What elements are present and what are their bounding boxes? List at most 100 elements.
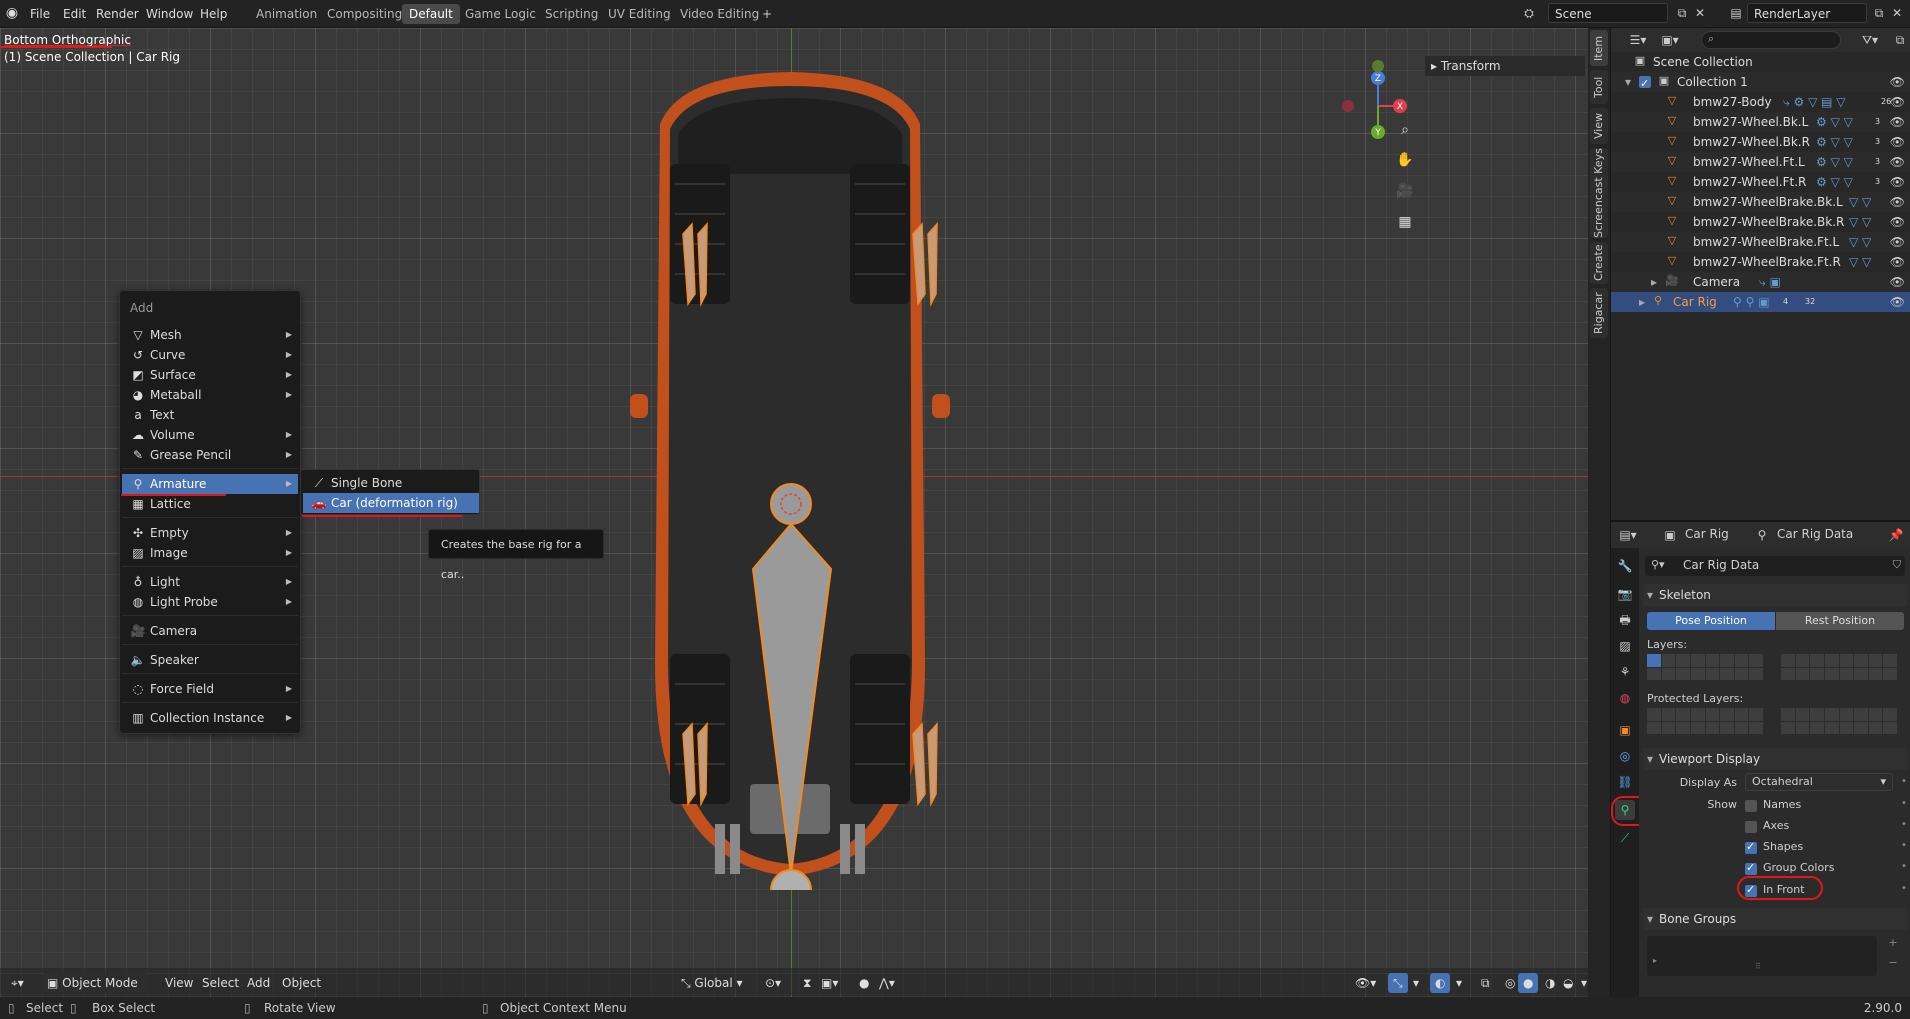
tab-compositing[interactable]: Compositing xyxy=(320,4,409,24)
add-bone-group-icon[interactable]: + xyxy=(1885,936,1901,952)
menu-edit[interactable]: Edit xyxy=(63,5,86,23)
eye-icon[interactable]: 👁 xyxy=(1890,132,1905,152)
protected-grid-a[interactable] xyxy=(1647,708,1763,734)
keyframe-dot-icon[interactable]: • xyxy=(1901,776,1907,787)
eye-icon[interactable]: 👁 xyxy=(1890,172,1905,192)
outliner-object[interactable]: ▽ bmw27-Wheel.Bk.R ⚙ ▽ ▽ 3 👁 xyxy=(1611,132,1910,152)
layers-grid-b[interactable] xyxy=(1781,654,1897,680)
group-colors-checkbox[interactable] xyxy=(1745,861,1757,875)
world-tab-icon[interactable]: ◍ xyxy=(1615,688,1635,708)
eye-icon[interactable]: 👁 xyxy=(1890,152,1905,172)
overlay-toggle-icon[interactable]: ◐ xyxy=(1430,973,1451,993)
outliner-editor-icon[interactable]: ☰▾ xyxy=(1629,31,1647,49)
menu-object[interactable]: Object xyxy=(277,973,326,993)
view-layer-tab-icon[interactable]: ▨ xyxy=(1615,636,1635,656)
menu-select[interactable]: Select xyxy=(197,973,244,993)
scene-tab-icon[interactable]: ⚘ xyxy=(1615,662,1635,682)
menu-item-single-bone[interactable]: ⟋ Single Bone xyxy=(303,473,479,493)
keyframe-dot-icon[interactable]: • xyxy=(1901,861,1907,872)
menu-item-speaker[interactable]: 🔈 Speaker xyxy=(122,650,298,670)
menu-item-curve[interactable]: ↺ Curve ▶ xyxy=(122,345,298,365)
menu-item-text[interactable]: a Text xyxy=(122,405,298,425)
bone-groups-list[interactable]: ▸ ⠿ xyxy=(1647,936,1877,976)
render-layer-field[interactable]: RenderLayer xyxy=(1747,3,1867,23)
keyframe-dot-icon[interactable]: • xyxy=(1901,883,1907,894)
menu-item-car-deformation-rig[interactable]: 🚗 Car (deformation rig) xyxy=(303,493,479,513)
scene-icon[interactable]: ⛭ xyxy=(1520,4,1538,22)
transform-panel[interactable]: ▸ Transform xyxy=(1425,56,1585,76)
side-tab-view[interactable]: View xyxy=(1590,108,1608,144)
menu-add[interactable]: Add xyxy=(242,973,275,993)
rest-position-button[interactable]: Rest Position xyxy=(1776,612,1904,630)
axes-checkbox[interactable] xyxy=(1745,821,1757,833)
eye-icon[interactable]: 👁 xyxy=(1890,192,1905,212)
outliner-object[interactable]: ▽ bmw27-WheelBrake.Ft.R ▽ ▽ 👁 xyxy=(1611,252,1910,272)
tool-tab-icon[interactable]: 🔧 xyxy=(1615,556,1635,576)
protected-grid-b[interactable] xyxy=(1781,708,1897,734)
pose-position-button[interactable]: Pose Position xyxy=(1647,612,1775,630)
list-resize-handle[interactable]: ⠿ xyxy=(1755,962,1761,971)
outliner-scene-collection[interactable]: ▣ Scene Collection xyxy=(1611,52,1910,72)
menu-item-light-probe[interactable]: ◍ Light Probe ▶ xyxy=(122,592,298,612)
display-as-select[interactable]: Octahedral ▾ xyxy=(1745,773,1893,791)
delete-scene-icon[interactable]: ✕ xyxy=(1691,4,1709,22)
scene-field[interactable]: Scene xyxy=(1548,3,1668,23)
menu-window[interactable]: Window xyxy=(146,5,193,23)
gizmo-dropdown-icon[interactable]: ▾ xyxy=(1408,973,1424,993)
keyframe-dot-icon[interactable]: • xyxy=(1901,798,1907,809)
render-layer-icon[interactable]: ▤ xyxy=(1727,4,1745,22)
pan-hand-icon[interactable]: ✋ xyxy=(1393,148,1417,172)
tab-uv-editing[interactable]: UV Editing xyxy=(601,4,678,24)
car-model[interactable] xyxy=(620,64,960,890)
falloff-icon[interactable]: ⋀▾ xyxy=(874,973,900,993)
shading-dropdown-icon[interactable]: ▾ xyxy=(1576,973,1588,993)
blender-logo-icon[interactable]: ◉ xyxy=(4,5,20,21)
menu-item-volume[interactable]: ☁ Volume ▶ xyxy=(122,425,298,445)
side-tab-tool[interactable]: Tool xyxy=(1590,70,1608,104)
render-tab-icon[interactable]: 📷 xyxy=(1615,584,1635,604)
menu-item-force-field[interactable]: ◌ Force Field ▶ xyxy=(122,679,298,699)
side-tab-screencast-keys[interactable]: Screencast Keys xyxy=(1590,148,1608,238)
side-tab-item[interactable]: Item xyxy=(1590,30,1608,66)
zoom-icon[interactable]: ⌕ xyxy=(1393,118,1417,142)
mode-selector[interactable]: ▣ Object Mode ▾ xyxy=(42,973,148,997)
eye-icon[interactable]: 👁 xyxy=(1890,232,1905,252)
collection-checkbox[interactable] xyxy=(1639,74,1651,94)
names-checkbox[interactable] xyxy=(1745,800,1757,812)
outliner-collection-1[interactable]: ▾ ▣ Collection 1 👁 xyxy=(1611,72,1910,94)
pin-icon[interactable]: 📌 xyxy=(1887,526,1905,544)
menu-help[interactable]: Help xyxy=(200,5,227,23)
outliner-search-input[interactable]: ⌕ xyxy=(1701,31,1841,49)
orientation-selector[interactable]: ⤡ Global ▾ xyxy=(676,973,748,993)
shapes-checkbox[interactable] xyxy=(1745,840,1757,854)
menu-item-image[interactable]: ▨ Image ▶ xyxy=(122,543,298,563)
add-workspace-button[interactable]: + xyxy=(758,5,776,23)
section-viewport-display[interactable]: Viewport Display xyxy=(1643,748,1907,770)
pivot-icon[interactable]: ⊙▾ xyxy=(760,973,786,993)
keyframe-dot-icon[interactable]: • xyxy=(1901,840,1907,851)
gizmo-toggle-icon[interactable]: ⤡ xyxy=(1388,973,1408,993)
visibility-icon[interactable]: 👁▾ xyxy=(1350,973,1381,993)
datablock-selector[interactable]: ⚲▾ Car Rig Data ⛉ xyxy=(1645,556,1905,576)
menu-item-surface[interactable]: ◩ Surface ▶ xyxy=(122,365,298,385)
eye-icon[interactable]: 👁 xyxy=(1890,72,1905,92)
menu-item-collection-instance[interactable]: ▥ Collection Instance ▶ xyxy=(122,708,298,728)
new-scene-icon[interactable]: ⧉ xyxy=(1673,4,1691,22)
menu-item-mesh[interactable]: ▽ Mesh ▶ xyxy=(122,325,298,345)
eye-icon[interactable]: 👁 xyxy=(1890,292,1905,312)
new-layer-icon[interactable]: ⧉ xyxy=(1870,4,1888,22)
constraints-tab-icon[interactable]: ⛓ xyxy=(1615,772,1635,792)
outliner-object[interactable]: ▽ bmw27-WheelBrake.Bk.L ▽ ▽ 👁 xyxy=(1611,192,1910,212)
bone-tab-icon[interactable]: ⟋ xyxy=(1615,828,1635,848)
keyframe-dot-icon[interactable]: • xyxy=(1901,819,1907,830)
tab-scripting[interactable]: Scripting xyxy=(538,4,605,24)
filter-icon[interactable]: ⛛▾ xyxy=(1861,31,1879,49)
menu-item-grease-pencil[interactable]: ✎ Grease Pencil ▶ xyxy=(122,445,298,465)
ortho-grid-icon[interactable]: ▦ xyxy=(1393,210,1417,234)
outliner-object[interactable]: ▽ bmw27-Wheel.Bk.L ⚙ ▽ ▽ 3 👁 xyxy=(1611,112,1910,132)
menu-item-light[interactable]: ♁ Light ▶ xyxy=(122,572,298,592)
eye-icon[interactable]: 👁 xyxy=(1890,212,1905,232)
snap-target-icon[interactable]: ▣▾ xyxy=(816,973,843,993)
menu-render[interactable]: Render xyxy=(96,5,139,23)
eye-icon[interactable]: 👁 xyxy=(1890,92,1905,112)
